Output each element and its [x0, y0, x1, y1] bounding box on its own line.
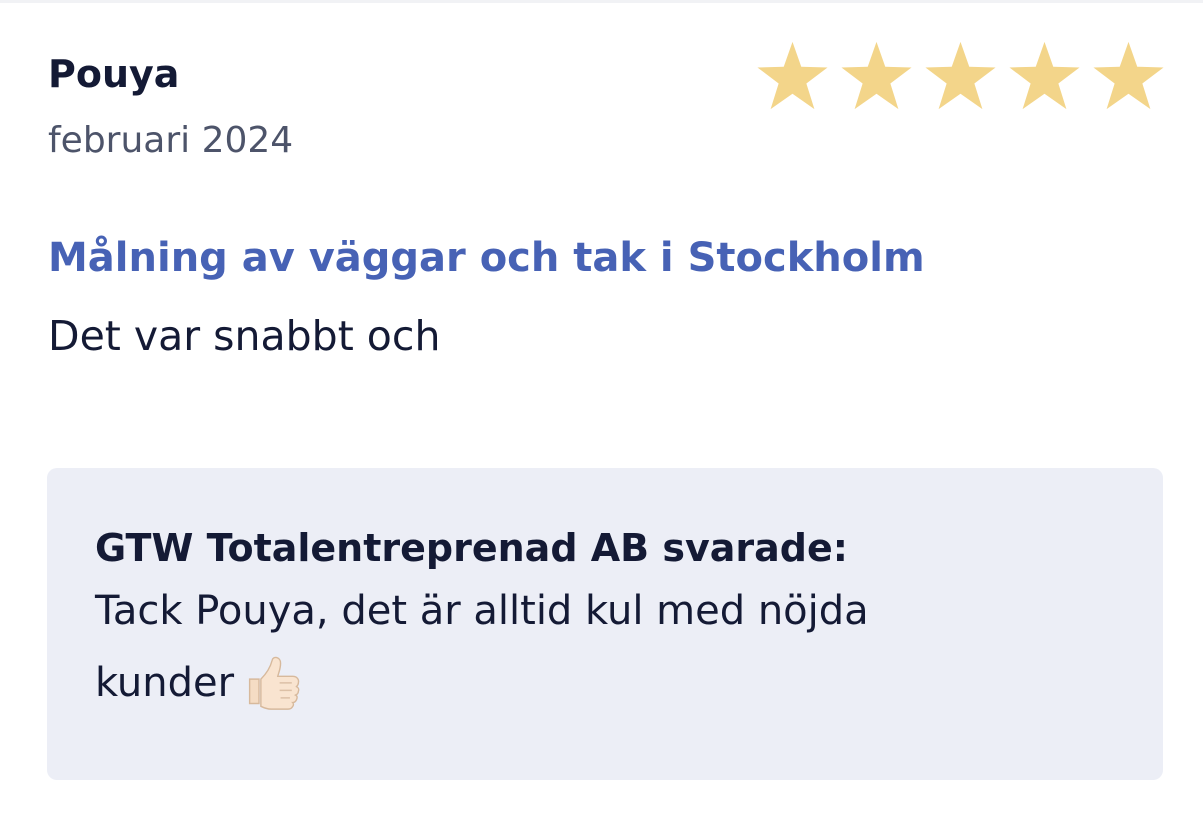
top-divider: [0, 0, 1203, 3]
review-date: februari 2024: [48, 120, 294, 161]
review-text: Det var snabbt och: [48, 312, 441, 360]
reply-text: Tack Pouya, det är alltid kul med nöjda …: [95, 588, 869, 706]
star-icon: [1009, 41, 1080, 110]
star-icon: [841, 41, 912, 110]
reply-text-block: Tack Pouya, det är alltid kul med nöjda …: [95, 575, 995, 719]
star-icon: [1093, 41, 1164, 110]
service-title-link[interactable]: Målning av väggar och tak i Stockholm: [48, 230, 925, 286]
star-icon: [757, 41, 828, 110]
company-reply: GTW Totalentreprenad AB svarade: Tack Po…: [47, 468, 1163, 780]
star-icon: [925, 41, 996, 110]
thumbs-up-icon: [249, 656, 300, 710]
reply-heading: GTW Totalentreprenad AB svarade:: [95, 526, 848, 570]
reviewer-name: Pouya: [48, 52, 180, 96]
star-rating: [756, 40, 1165, 111]
